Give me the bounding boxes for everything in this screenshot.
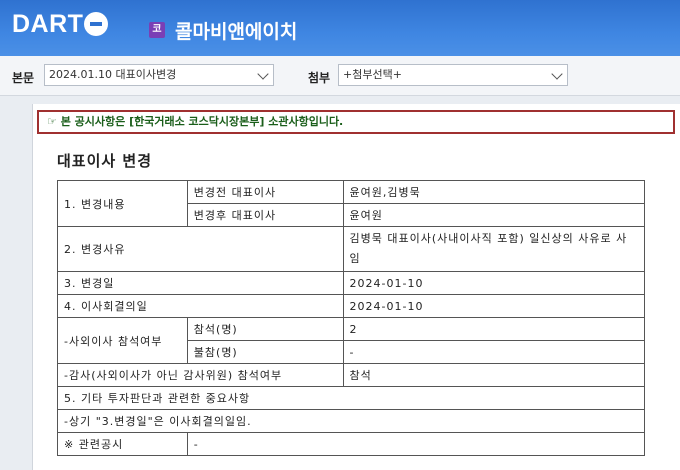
table-row: -감사(사외이사가 아닌 감사위원) 참석여부 참석 [57,363,646,387]
main-document-value: 2024.01.10 대표이사변경 [49,68,177,81]
table-cell: 윤여원 [342,203,646,227]
table-cell: 윤여원,김병묵 [342,180,646,204]
document-toolbar: 본문 2024.01.10 대표이사변경 첨부 +첨부선택+ [0,56,680,96]
chevron-down-icon [257,68,269,80]
table-cell: 2 [342,317,646,341]
table-cell: 4. 이사회결의일 [57,294,344,318]
dart-logo[interactable]: DART [12,8,109,40]
table-cell: 2024-01-10 [342,294,646,318]
table-cell: 5. 기타 투자판단과 관련한 중요사항 [57,386,645,410]
table-row: ※ 관련공시 - [57,432,646,456]
attachment-value: +첨부선택+ [343,68,402,81]
attachment-label: 첨부 [308,71,331,85]
table-cell: -상기 "3.변경일"은 이사회결의일임. [57,409,645,433]
table-cell: 변경후 대표이사 [186,203,344,227]
chevron-down-icon [551,68,563,80]
table-cell: 3. 변경일 [57,271,344,295]
table-row: -상기 "3.변경일"은 이사회결의일임. [57,409,645,433]
main-document-select[interactable]: 2024.01.10 대표이사변경 [44,64,274,86]
company-name: 콜마비앤에이치 [175,21,298,43]
table-row: 3. 변경일 2024-01-10 [57,271,646,295]
table-cell: 참석(명) [186,317,344,341]
table-cell: ※ 관련공시 [57,432,188,456]
attachment-select[interactable]: +첨부선택+ [338,64,568,86]
table-cell: -사외이사 참석여부 [57,317,188,364]
jurisdiction-notice: ☞ 본 공시사항은 [한국거래소 코스닥시장본부] 소관사항입니다. [37,110,675,134]
company-market-badge: 코 [149,22,165,38]
header-bar: DART 코 콜마비앤에이치 [0,0,680,56]
disclosure-table: 1. 변경내용 변경전 대표이사 윤여원,김병묵 변경후 대표이사 윤여원 2.… [57,180,646,456]
table-row: 1. 변경내용 변경전 대표이사 윤여원,김병묵 [57,180,646,227]
table-cell: 1. 변경내용 [57,180,188,227]
table-cell: - [342,340,646,364]
table-row: 4. 이사회결의일 2024-01-10 [57,294,646,318]
table-cell: 참석 [342,363,646,387]
table-cell: -감사(사외이사가 아닌 감사위원) 참석여부 [57,363,344,387]
table-cell: - [186,432,646,456]
logo-globe-icon [84,12,109,36]
table-cell: 2. 변경사유 [57,226,344,272]
table-row: -사외이사 참석여부 참석(명) 2 [57,317,646,364]
table-cell: 김병묵 대표이사(사내이사직 포함) 일신상의 사유로 사임 [342,226,646,272]
table-row: 5. 기타 투자판단과 관련한 중요사항 [57,386,645,410]
logo-text: DART [12,9,84,38]
table-cell: 불참(명) [186,340,344,364]
document-body: ☞ 본 공시사항은 [한국거래소 코스닥시장본부] 소관사항입니다. 대표이사 … [32,104,680,470]
document-title: 대표이사 변경 [57,152,153,170]
table-row: 2. 변경사유 김병묵 대표이사(사내이사직 포함) 일신상의 사유로 사임 [57,226,646,272]
table-cell: 2024-01-10 [342,271,646,295]
main-document-label: 본문 [12,71,35,85]
table-cell: 변경전 대표이사 [186,180,344,204]
